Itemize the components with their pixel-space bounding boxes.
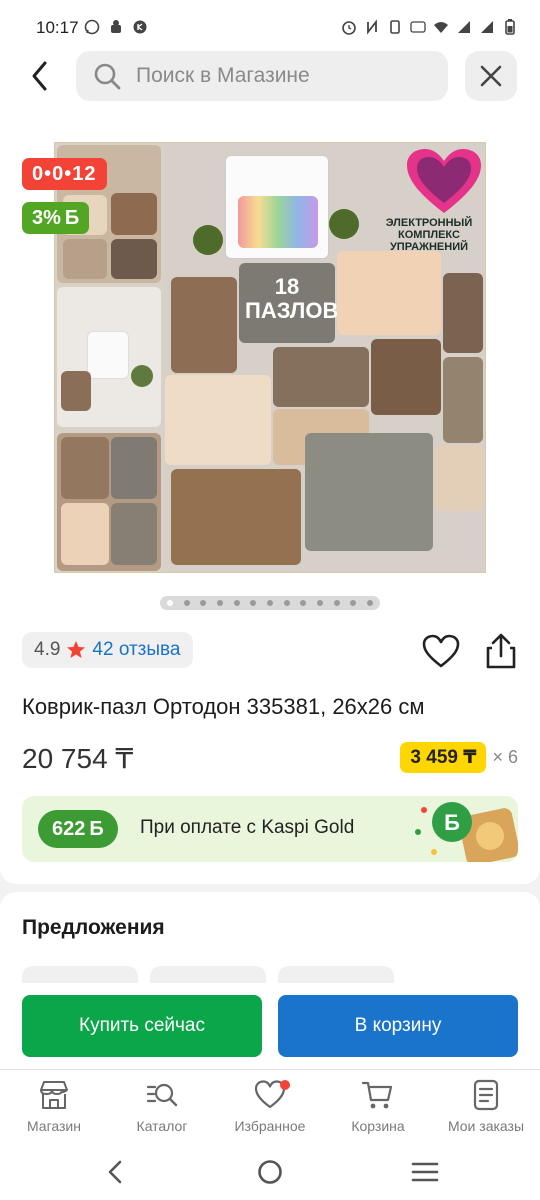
product-price: 20 754 ₸ [22, 743, 134, 774]
status-time: 10:17 [36, 18, 79, 37]
star-icon [67, 641, 86, 658]
battery-icon [505, 19, 515, 35]
gold-bonus-badge: 622 Б [38, 810, 118, 848]
close-icon [480, 65, 502, 87]
tab-label: Мои заказы [447, 1118, 525, 1134]
close-search-button[interactable] [465, 51, 517, 101]
installment-amount: 3 459 ₸ [400, 742, 487, 773]
tab-label: Каталог [136, 1118, 188, 1134]
alarm-icon [342, 21, 356, 35]
add-to-cart-button[interactable]: В корзину [278, 995, 518, 1057]
nav-home-icon [258, 1160, 282, 1184]
back-button[interactable] [22, 56, 58, 96]
search-input[interactable]: Поиск в Магазине [76, 51, 448, 101]
vibrate-icon [390, 20, 400, 34]
orders-icon [473, 1079, 499, 1111]
favorites-notification-dot [280, 1080, 290, 1090]
gold-banner-text: При оплате с Kaspi Gold [140, 817, 355, 838]
gallery-dot[interactable] [366, 600, 373, 606]
tab-label: Магазин [26, 1118, 81, 1134]
tab-label: Корзина [351, 1118, 405, 1134]
gallery-dot[interactable] [183, 600, 190, 606]
heart-logo-icon [407, 149, 481, 213]
tab-favorites[interactable]: Избранное [216, 1078, 324, 1144]
volte-icon [410, 21, 426, 33]
gallery-dot[interactable] [167, 600, 173, 606]
svg-text:Б: Б [444, 810, 460, 835]
nav-home-button[interactable] [253, 1157, 287, 1187]
product-title: Коврик-пазл Ортодон 335381, 26х26 см [22, 694, 425, 719]
kaspi-icon [133, 20, 147, 34]
gallery-dot[interactable] [300, 600, 307, 606]
nfc-icon [367, 19, 377, 35]
share-button[interactable] [482, 632, 520, 670]
status-notification-icons [84, 18, 148, 36]
chevron-left-icon [32, 61, 47, 91]
nav-recents-button[interactable] [408, 1157, 442, 1187]
kaspi-gold-illustration-icon: Б [415, 802, 518, 862]
product-box [225, 155, 329, 259]
wifi-icon [434, 22, 448, 33]
signal-icon [481, 21, 493, 33]
gallery-dot[interactable] [216, 600, 223, 606]
gallery-pagination[interactable] [160, 596, 380, 610]
bottom-tab-bar: Магазин Каталог Избранное Корзина Мои за… [0, 1069, 540, 1145]
reviews-link[interactable]: 42 отзыва [92, 639, 180, 661]
share-icon [486, 633, 516, 669]
product-photo [57, 433, 161, 571]
gallery-dot[interactable] [350, 600, 357, 606]
gallery-dot[interactable] [250, 600, 257, 606]
bonus-badge: 3% Б [22, 202, 90, 234]
tab-store[interactable]: Магазин [0, 1078, 108, 1144]
buy-now-button[interactable]: Купить сейчас [22, 995, 262, 1057]
rating-pill[interactable]: 4.9 42 отзыва [22, 632, 193, 668]
image-promo-text: ЭЛЕКТРОННЫЙ КОМПЛЕКС УПРАЖНЕНИЙ [385, 217, 473, 253]
bonus-percent: 3% [32, 206, 61, 229]
gold-bonus-currency: Б [89, 817, 104, 840]
tab-cart[interactable]: Корзина [324, 1078, 432, 1144]
tab-label: Избранное [234, 1118, 306, 1134]
catalog-icon [146, 1083, 178, 1107]
tab-catalog[interactable]: Каталог [108, 1078, 216, 1144]
android-icon [111, 20, 121, 33]
product-card: ЭЛЕКТРОННЫЙ КОМПЛЕКС УПРАЖНЕНИЙ 18 ПАЗЛО… [0, 122, 540, 884]
whatsapp-icon [84, 19, 100, 35]
gallery-dot[interactable] [333, 600, 340, 606]
bonus-currency-icon: Б [64, 206, 80, 229]
image-caption: 18 ПАЗЛОВ [245, 274, 339, 323]
status-bar: 10:17 [0, 0, 540, 56]
tab-orders[interactable]: Мои заказы [432, 1078, 540, 1144]
search-icon [94, 63, 121, 90]
product-photo [57, 287, 161, 427]
kaspi-gold-banner[interactable]: 622 Б При оплате с Kaspi Gold Б [22, 796, 518, 862]
system-navigation-bar [0, 1145, 540, 1200]
rating-value: 4.9 [34, 639, 61, 660]
gallery-dot[interactable] [316, 600, 323, 606]
favorite-button[interactable] [422, 634, 460, 670]
gallery-dot[interactable] [266, 600, 273, 606]
search-placeholder: Поиск в Магазине [136, 64, 310, 87]
heart-outline-icon [422, 634, 460, 668]
cart-icon [361, 1081, 393, 1109]
offers-title: Предложения [22, 916, 165, 939]
nav-recents-icon [411, 1162, 439, 1182]
purchase-actions: Купить сейчас В корзину [0, 983, 540, 1069]
signal-icon [458, 21, 470, 33]
gallery-dot[interactable] [233, 600, 240, 606]
nav-back-button[interactable] [98, 1157, 132, 1187]
search-header: Поиск в Магазине [0, 51, 540, 122]
nav-back-icon [108, 1160, 122, 1184]
gold-bonus-amount: 622 [52, 817, 86, 840]
product-photo-main: ЭЛЕКТРОННЫЙ КОМПЛЕКС УПРАЖНЕНИЙ 18 ПАЗЛО… [165, 143, 485, 572]
timer-badge: 0•0•12 [22, 158, 107, 190]
gallery-dot[interactable] [200, 600, 207, 606]
installment-term: × 6 [492, 747, 518, 767]
gallery-dot[interactable] [283, 600, 290, 606]
status-system-icons [341, 18, 518, 36]
product-image-gallery[interactable]: ЭЛЕКТРОННЫЙ КОМПЛЕКС УПРАЖНЕНИЙ 18 ПАЗЛО… [54, 142, 486, 573]
store-icon [40, 1081, 68, 1109]
installment-info[interactable]: 3 459 ₸ × 6 [400, 742, 518, 773]
